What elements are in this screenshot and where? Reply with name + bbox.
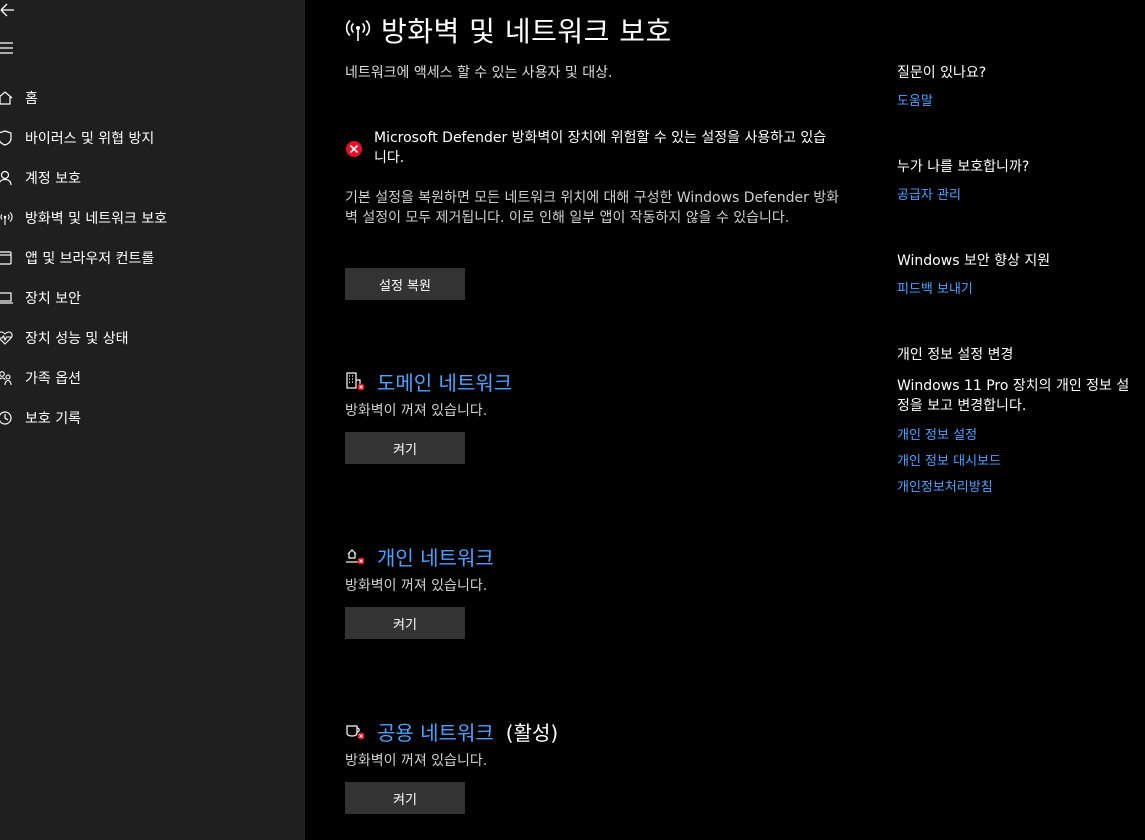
private-turn-on-button[interactable]: 켜기: [345, 607, 465, 639]
sidebar-item-firewall[interactable]: 방화벽 및 네트워크 보호: [0, 198, 305, 238]
active-badge: (활성): [505, 720, 559, 745]
sidebar-item-label: 장치 보안: [25, 291, 81, 307]
laptop-icon: [0, 289, 13, 307]
private-network-section: 개인 네트워크 방화벽이 꺼져 있습니다. 켜기: [345, 541, 494, 639]
sidebar-item-label: 계정 보호: [25, 171, 81, 187]
sidebar-item-label: 방화벽 및 네트워크 보호: [25, 211, 168, 227]
public-network-section: 공용 네트워크 (활성) 방화벽이 꺼져 있습니다. 켜기: [345, 716, 558, 814]
privacy-dashboard-link[interactable]: 개인 정보 대시보드: [897, 450, 1001, 469]
warning-text: Microsoft Defender 방화벽이 장치에 위험할 수 있는 설정을…: [374, 130, 827, 166]
page-subtitle: 네트워크에 액세스 할 수 있는 사용자 및 대상.: [345, 65, 613, 81]
manage-providers-link[interactable]: 공급자 관리: [897, 184, 961, 203]
privacy-statement-link[interactable]: 개인정보처리방침: [897, 476, 993, 495]
sidebar-item-family-options[interactable]: 가족 옵션: [0, 358, 305, 398]
warning-description: 기본 설정을 복원하면 모든 네트워크 위치에 대해 구성한 Windows D…: [345, 190, 840, 226]
public-turn-on-button[interactable]: 켜기: [345, 782, 465, 814]
sidebar: 홈 바이러스 및 위협 방지 계정 보호 방화벽 및 네트워크 보호 앱 및 브…: [0, 0, 305, 840]
sidebar-item-app-browser[interactable]: 앱 및 브라우저 컨트롤: [0, 238, 305, 278]
domain-network-link[interactable]: 도메인 네트워크: [377, 367, 512, 396]
back-arrow-icon: [0, 3, 14, 17]
sidebar-item-label: 장치 성능 및 상태: [25, 331, 129, 347]
restore-settings-button[interactable]: 설정 복원: [345, 268, 465, 300]
private-network-link[interactable]: 개인 네트워크: [377, 542, 494, 571]
history-icon: [0, 409, 13, 427]
home-icon: [0, 89, 13, 107]
sidebar-item-label: 바이러스 및 위협 방지: [25, 131, 155, 147]
privacy-heading: 개인 정보 설정 변경: [897, 347, 1014, 363]
improve-heading: Windows 보안 향상 지원: [897, 253, 1051, 269]
domain-turn-on-button[interactable]: 켜기: [345, 432, 465, 464]
domain-network-icon: [345, 370, 367, 392]
shield-icon: [0, 129, 13, 147]
error-circle-icon: [345, 140, 363, 162]
private-network-status: 방화벽이 꺼져 있습니다.: [345, 578, 488, 594]
private-network-icon: [345, 545, 367, 567]
sidebar-item-home[interactable]: 홈: [0, 78, 305, 118]
privacy-description: Windows 11 Pro 장치의 개인 정보 설정을 보고 변경합니다.: [897, 378, 1130, 414]
sidebar-item-device-performance[interactable]: 장치 성능 및 상태: [0, 318, 305, 358]
main-content: 방화벽 및 네트워크 보호 네트워크에 액세스 할 수 있는 사용자 및 대상.…: [305, 0, 865, 840]
sidebar-item-label: 보호 기록: [25, 411, 81, 427]
questions-heading: 질문이 있나요?: [897, 65, 987, 81]
domain-network-section: 도메인 네트워크 방화벽이 꺼져 있습니다. 켜기: [345, 366, 512, 464]
page-title: 방화벽 및 네트워크 보호: [381, 15, 672, 48]
antenna-icon: [345, 14, 373, 46]
page-header: 방화벽 및 네트워크 보호: [345, 10, 672, 50]
sidebar-item-virus-protection[interactable]: 바이러스 및 위협 방지: [0, 118, 305, 158]
family-icon: [0, 369, 13, 387]
help-link[interactable]: 도움말: [897, 90, 933, 109]
privacy-settings-link[interactable]: 개인 정보 설정: [897, 424, 977, 443]
sidebar-item-device-security[interactable]: 장치 보안: [0, 278, 305, 318]
sidebar-item-account-protection[interactable]: 계정 보호: [0, 158, 305, 198]
sidebar-item-protection-history[interactable]: 보호 기록: [0, 398, 305, 438]
public-network-link[interactable]: 공용 네트워크: [377, 717, 494, 746]
app-window-icon: [0, 249, 13, 267]
heart-pulse-icon: [0, 329, 13, 347]
antenna-icon: [0, 209, 13, 227]
send-feedback-link[interactable]: 피드백 보내기: [897, 278, 973, 297]
domain-network-status: 방화벽이 꺼져 있습니다.: [345, 403, 488, 419]
hamburger-menu-icon: [0, 42, 13, 54]
menu-button[interactable]: [0, 38, 16, 62]
sidebar-item-label: 홈: [25, 91, 38, 107]
sidebar-item-label: 앱 및 브라우저 컨트롤: [25, 251, 155, 267]
back-button[interactable]: [0, 0, 16, 24]
person-icon: [0, 169, 13, 187]
protect-heading: 누가 나를 보호합니까?: [897, 159, 1030, 175]
sidebar-item-label: 가족 옵션: [25, 371, 81, 387]
public-network-status: 방화벽이 꺼져 있습니다.: [345, 753, 488, 769]
sidebar-nav: 홈 바이러스 및 위협 방지 계정 보호 방화벽 및 네트워크 보호 앱 및 브…: [0, 78, 305, 438]
public-network-icon: [345, 720, 367, 742]
